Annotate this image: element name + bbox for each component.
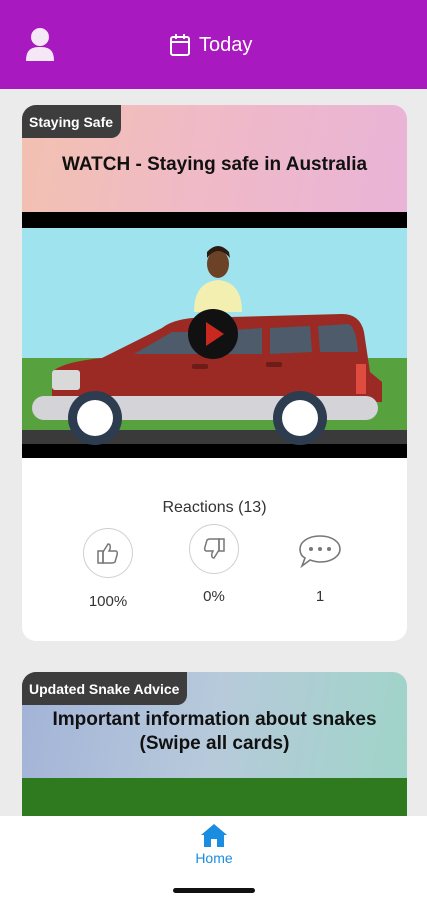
bottom-navigation: Home: [0, 816, 427, 886]
dislike-percent: 0%: [203, 588, 225, 605]
card-category-tag: Staying Safe: [22, 105, 122, 138]
card-title: Important information about snakes (Swip…: [52, 709, 377, 754]
like-button[interactable]: [83, 528, 133, 578]
comment-bubble-icon: [299, 535, 341, 569]
video-player[interactable]: [22, 212, 407, 458]
profile-icon[interactable]: [24, 27, 56, 61]
like-percent: 100%: [88, 593, 128, 610]
feed-card-staying-safe[interactable]: Staying Safe WATCH - Staying safe in Aus…: [22, 105, 407, 641]
thumbs-down-icon: [203, 538, 225, 559]
card-category-tag: Updated Snake Advice: [22, 672, 188, 705]
reactions-count: Reactions (13): [162, 499, 267, 516]
comment-button[interactable]: [295, 526, 345, 576]
nav-tab-home-label: Home: [195, 850, 233, 866]
thumbs-up-icon: [97, 543, 119, 564]
calendar-icon: [170, 34, 190, 56]
feed-card-snake-advice[interactable]: Updated Snake Advice Important informati…: [22, 672, 407, 832]
header-title: Today: [169, 31, 252, 59]
home-icon: [201, 824, 227, 847]
gesture-handle[interactable]: [173, 888, 255, 893]
dislike-button[interactable]: [189, 524, 239, 574]
page-title: Today: [199, 33, 253, 56]
comment-count: 1: [315, 588, 325, 605]
nav-tab-home[interactable]: Home: [178, 822, 250, 878]
play-icon[interactable]: [188, 309, 238, 359]
app-header: Today: [0, 0, 427, 89]
card-title: WATCH - Staying safe in Australia: [61, 154, 368, 175]
